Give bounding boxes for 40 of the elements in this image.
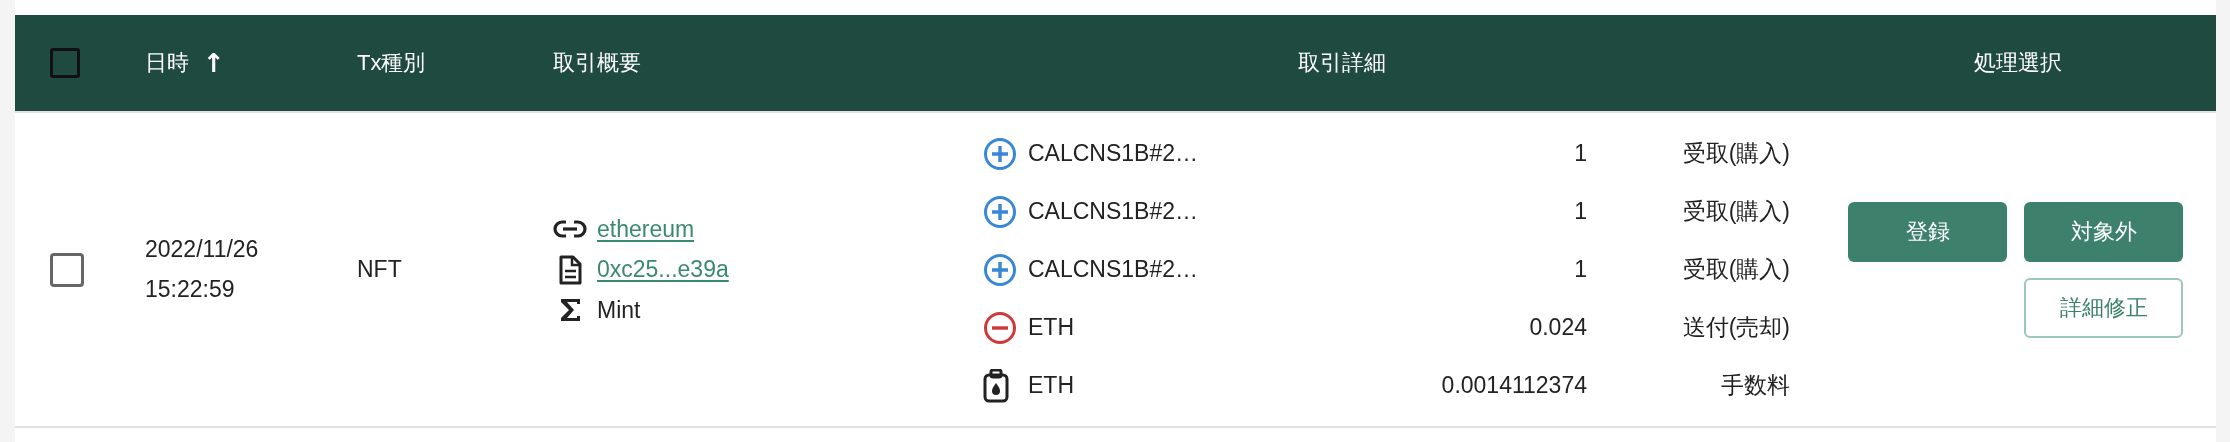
action-button[interactable]: 登録 bbox=[1848, 201, 2007, 262]
column-header[interactable]: Tx種別 bbox=[357, 48, 426, 78]
network-link[interactable]: ethereum bbox=[597, 215, 695, 243]
direction-text: 手数料 bbox=[1721, 372, 1790, 398]
amount-text: 1 bbox=[1574, 198, 1587, 224]
amount-text: 0.0014112374 bbox=[1441, 372, 1587, 398]
action-button[interactable]: 対象外 bbox=[2024, 201, 2183, 262]
edit-button[interactable]: 詳細修正 bbox=[2024, 277, 2183, 338]
date-time-text: 2022/11/26 bbox=[145, 234, 260, 264]
amount-text: 0.024 bbox=[1529, 314, 1587, 340]
link-icon bbox=[553, 219, 587, 239]
column-header[interactable]: 処理選択 bbox=[1974, 48, 2062, 78]
direction-text: 受取(購入) bbox=[1682, 140, 1790, 166]
row-checkbox[interactable] bbox=[50, 252, 84, 287]
asset-name: ETH bbox=[1028, 372, 1074, 398]
plus-circle-icon bbox=[983, 194, 1017, 229]
plus-circle-icon bbox=[983, 136, 1017, 171]
minus-circle-icon bbox=[983, 310, 1017, 345]
asset-name: ETH bbox=[1028, 314, 1074, 340]
sort-arrow-icon[interactable]: ↑ bbox=[203, 48, 225, 78]
plus-circle-icon bbox=[983, 252, 1017, 287]
method-text: Mint bbox=[597, 296, 641, 324]
asset-name: CALCNS1B#2… bbox=[1028, 198, 1199, 224]
direction-text: 受取(購入) bbox=[1682, 256, 1790, 282]
tx-type-text: NFT bbox=[357, 256, 402, 282]
address-link[interactable]: 0xc25...e39a bbox=[597, 256, 729, 283]
document-icon bbox=[558, 254, 582, 285]
direction-text: 送付(売却) bbox=[1682, 314, 1790, 340]
column-header[interactable]: 取引概要 bbox=[553, 48, 641, 78]
column-header[interactable]: 取引詳細 bbox=[1297, 48, 1386, 78]
direction-text: 受取(購入) bbox=[1682, 198, 1790, 224]
sigma-icon bbox=[559, 298, 581, 322]
date-time-text: 15:22:59 bbox=[145, 274, 236, 304]
asset-name: CALCNS1B#2… bbox=[1028, 256, 1199, 282]
drop-tag-icon bbox=[983, 368, 1009, 403]
amount-text: 1 bbox=[1574, 140, 1587, 166]
amount-text: 1 bbox=[1574, 256, 1587, 282]
column-header[interactable]: 日時 bbox=[145, 48, 189, 78]
asset-name: CALCNS1B#2… bbox=[1028, 140, 1199, 166]
select-all-checkbox[interactable] bbox=[50, 48, 80, 78]
